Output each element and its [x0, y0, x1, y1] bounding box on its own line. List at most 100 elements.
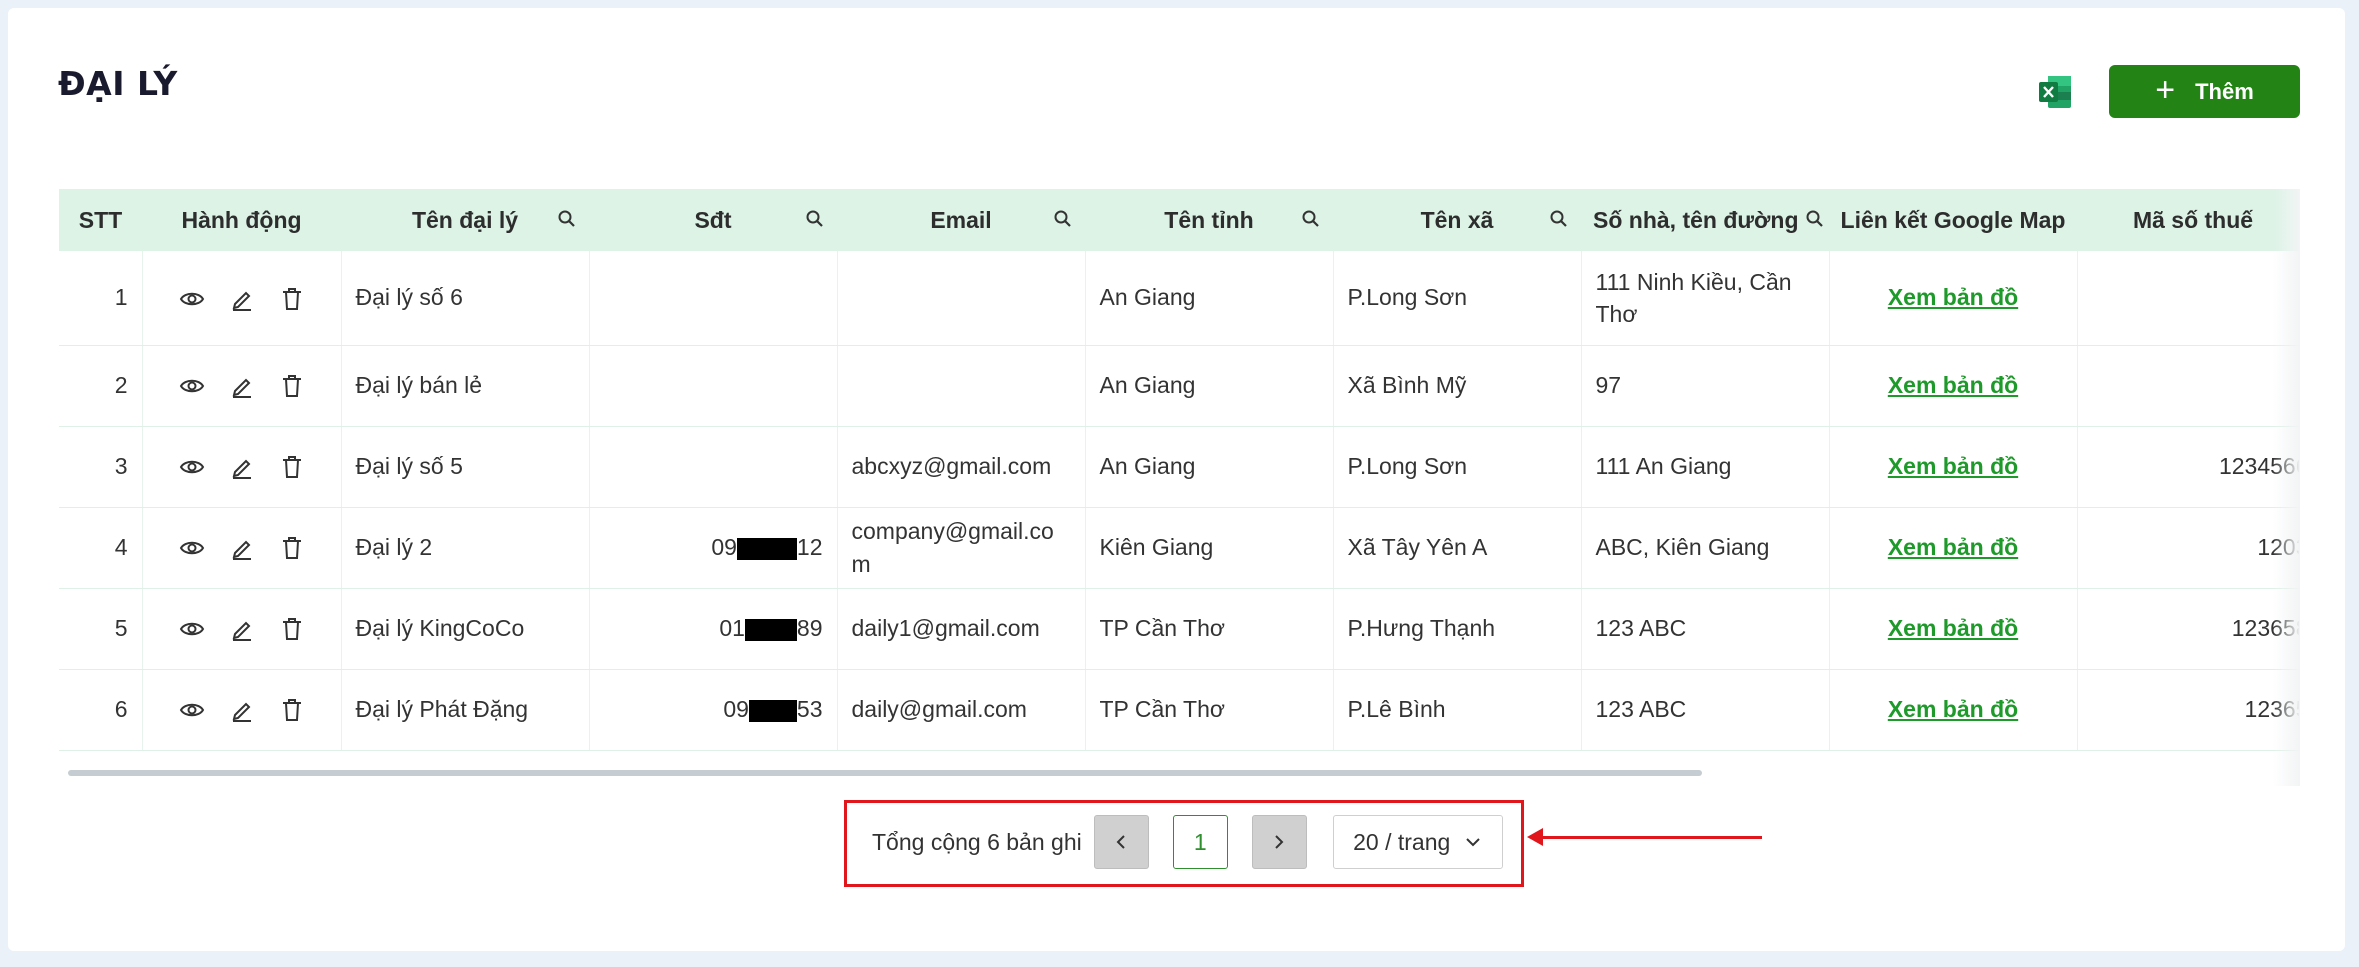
trash-icon[interactable]: [279, 616, 305, 642]
column-header-name: Tên đại lý: [341, 189, 589, 251]
cell-name: Đại lý KingCoCo: [341, 588, 590, 670]
cell-name: Đại lý số 5: [341, 426, 590, 508]
edit-icon[interactable]: [229, 286, 255, 312]
map-link[interactable]: Xem bản đồ: [1888, 372, 2018, 398]
trash-icon[interactable]: [279, 535, 305, 561]
cell-email: daily1@gmail.com: [837, 588, 1086, 670]
cell-stt: 4: [59, 507, 143, 589]
add-button-label: Thêm: [2195, 78, 2254, 104]
redaction-mask: [744, 618, 797, 641]
trash-icon[interactable]: [279, 697, 305, 723]
chevron-left-icon: [1116, 835, 1125, 849]
cell-province: An Giang: [1085, 345, 1334, 427]
eye-icon[interactable]: [179, 697, 205, 723]
cell-street: 123 ABC: [1581, 669, 1830, 751]
cell-stt: 1: [59, 251, 143, 346]
search-icon[interactable]: [805, 209, 825, 229]
search-icon[interactable]: [557, 209, 577, 229]
cell-email: company@gmail.com: [837, 507, 1086, 589]
cell-phone: [589, 345, 838, 427]
cell-street: ABC, Kiên Giang: [1581, 507, 1830, 589]
cell-phone: 09 53: [589, 669, 838, 751]
search-icon[interactable]: [1549, 209, 1569, 229]
eye-icon[interactable]: [179, 616, 205, 642]
eye-icon[interactable]: [179, 373, 205, 399]
excel-icon[interactable]: [2037, 74, 2073, 110]
eye-icon[interactable]: [179, 286, 205, 312]
map-link[interactable]: Xem bản đồ: [1888, 615, 2018, 641]
cell-actions: [142, 345, 342, 427]
page-title: ĐẠI LÝ: [58, 64, 178, 103]
table-row: 4 Đại lý 2 09 12 company@gmail.com Kiên Giang…: [59, 507, 2299, 589]
cell-name: Đại lý bán lẻ: [341, 345, 590, 427]
cell-stt: 6: [59, 669, 143, 751]
cell-ward: P.Hưng Thạnh: [1333, 588, 1582, 670]
cell-phone: 09 12: [589, 507, 838, 589]
trash-icon[interactable]: [279, 454, 305, 480]
cell-ward: P.Long Sơn: [1333, 426, 1582, 508]
table-row: 1 Đại lý số 6 An Giang P.Long Sơn 111 Ninh K…: [59, 251, 2299, 346]
annotation-arrow-head: [1527, 828, 1543, 846]
add-button[interactable]: + Thêm: [2109, 65, 2300, 118]
cell-email: [837, 251, 1086, 346]
agency-table: STT Hành động Tên đại lý Sđt Email Tên t…: [59, 189, 2299, 786]
cell-ward: Xã Tây Yên A: [1333, 507, 1582, 589]
trash-icon[interactable]: [279, 373, 305, 399]
cell-street: 111 Ninh Kiều, Cần Thơ: [1581, 251, 1830, 346]
edit-icon[interactable]: [229, 535, 255, 561]
edit-icon[interactable]: [229, 454, 255, 480]
cell-actions: [142, 669, 342, 751]
chevron-down-icon: [1466, 838, 1481, 847]
next-page-button[interactable]: [1251, 815, 1307, 869]
cell-name: Đại lý 2: [341, 507, 590, 589]
edit-icon[interactable]: [229, 616, 255, 642]
cell-ward: P.Lê Bình: [1333, 669, 1582, 751]
cell-street: 111 An Giang: [1581, 426, 1830, 508]
column-header-street: Số nhà, tên đường: [1581, 189, 1829, 251]
cell-ward: P.Long Sơn: [1333, 251, 1582, 346]
map-link[interactable]: Xem bản đồ: [1888, 534, 2018, 560]
column-header-map: Liên kết Google Map: [1829, 189, 2077, 251]
page-size-select[interactable]: 20 / trang: [1332, 815, 1503, 869]
eye-icon[interactable]: [179, 454, 205, 480]
cell-tax: 1234566: [2077, 426, 2299, 508]
table-row: 6 Đại lý Phát Đặng 09 53 daily@gmail.com TP C…: [59, 669, 2299, 751]
phone-end: 53: [796, 696, 823, 722]
cell-phone: [589, 426, 838, 508]
redaction-mask: [736, 537, 797, 560]
table-row: 5 Đại lý KingCoCo 01 89 daily1@gmail.com TP C…: [59, 588, 2299, 670]
phone-end: 12: [796, 534, 823, 560]
prev-page-button[interactable]: [1093, 815, 1149, 869]
edit-icon[interactable]: [229, 373, 255, 399]
map-link[interactable]: Xem bản đồ: [1888, 696, 2018, 722]
column-header-phone: Sđt: [589, 189, 837, 251]
cell-tax: 12365: [2077, 669, 2299, 751]
search-icon[interactable]: [1053, 209, 1073, 229]
cell-map: Xem bản đồ: [1829, 345, 2078, 427]
search-icon[interactable]: [1805, 209, 1825, 229]
page-size-value: 20 / trang: [1353, 828, 1451, 855]
trash-icon[interactable]: [279, 286, 305, 312]
column-header-actions: Hành động: [142, 189, 341, 251]
cell-email: daily@gmail.com: [837, 669, 1086, 751]
cell-actions: [142, 507, 342, 589]
table-fade-edge: [2273, 189, 2300, 786]
cell-province: An Giang: [1085, 251, 1334, 346]
map-link[interactable]: Xem bản đồ: [1888, 284, 2018, 310]
page-number-button[interactable]: 1: [1172, 815, 1228, 869]
phone-start: 09: [711, 534, 737, 560]
eye-icon[interactable]: [179, 535, 205, 561]
cell-actions: [142, 426, 342, 508]
horizontal-scrollbar[interactable]: [68, 770, 1702, 776]
edit-icon[interactable]: [229, 697, 255, 723]
cell-name: Đại lý số 6: [341, 251, 590, 346]
column-header-province: Tên tỉnh: [1085, 189, 1333, 251]
column-header-tax: Mã số thuế: [2077, 189, 2299, 251]
search-icon[interactable]: [1301, 209, 1321, 229]
pagination: Tổng cộng 6 bản ghi 1 20 / trang: [872, 814, 1503, 870]
phone-end: 89: [796, 615, 823, 641]
cell-stt: 5: [59, 588, 143, 670]
table-row: 2 Đại lý bán lẻ An Giang Xã Bình Mỹ 97 Xem bả…: [59, 345, 2299, 427]
cell-province: TP Cần Thơ: [1085, 588, 1334, 670]
map-link[interactable]: Xem bản đồ: [1888, 453, 2018, 479]
